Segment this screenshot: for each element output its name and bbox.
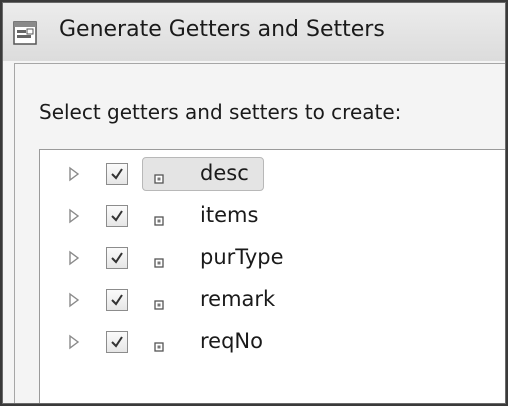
tree-row-desc[interactable]: desc [40,154,505,194]
dialog-icon [13,21,37,45]
field-name: reqNo [200,329,263,353]
field-icon [154,253,164,268]
expand-arrow-icon[interactable] [68,166,80,182]
fields-tree[interactable]: desc items purType remark reqNo [39,149,505,403]
title-bar: Generate Getters and Setters [3,3,505,61]
field-checkbox[interactable] [106,163,128,185]
field-checkbox[interactable] [106,247,128,269]
checkmark-icon [111,210,123,222]
expand-arrow-icon[interactable] [68,250,80,266]
field-name: remark [200,287,276,311]
checkmark-icon [111,336,123,348]
field-icon [154,211,164,226]
field-name: desc [200,161,249,185]
tree-row-reqno[interactable]: reqNo [40,322,505,362]
checkmark-icon [111,294,123,306]
tree-row-items[interactable]: items [40,196,505,236]
field-name: items [200,203,259,227]
tree-row-remark[interactable]: remark [40,280,505,320]
checkmark-icon [111,168,123,180]
expand-arrow-icon[interactable] [68,292,80,308]
field-icon [154,337,164,352]
field-icon [154,295,164,310]
field-checkbox[interactable] [106,331,128,353]
field-name: purType [200,245,284,269]
field-checkbox[interactable] [106,205,128,227]
checkmark-icon [111,252,123,264]
generate-getters-setters-dialog: Generate Getters and Setters Select gett… [2,2,506,404]
dialog-title: Generate Getters and Setters [59,17,385,42]
expand-arrow-icon[interactable] [68,334,80,350]
field-icon [154,169,164,184]
instruction-label: Select getters and setters to create: [39,100,402,124]
field-checkbox[interactable] [106,289,128,311]
expand-arrow-icon[interactable] [68,208,80,224]
tree-row-purtype[interactable]: purType [40,238,505,278]
